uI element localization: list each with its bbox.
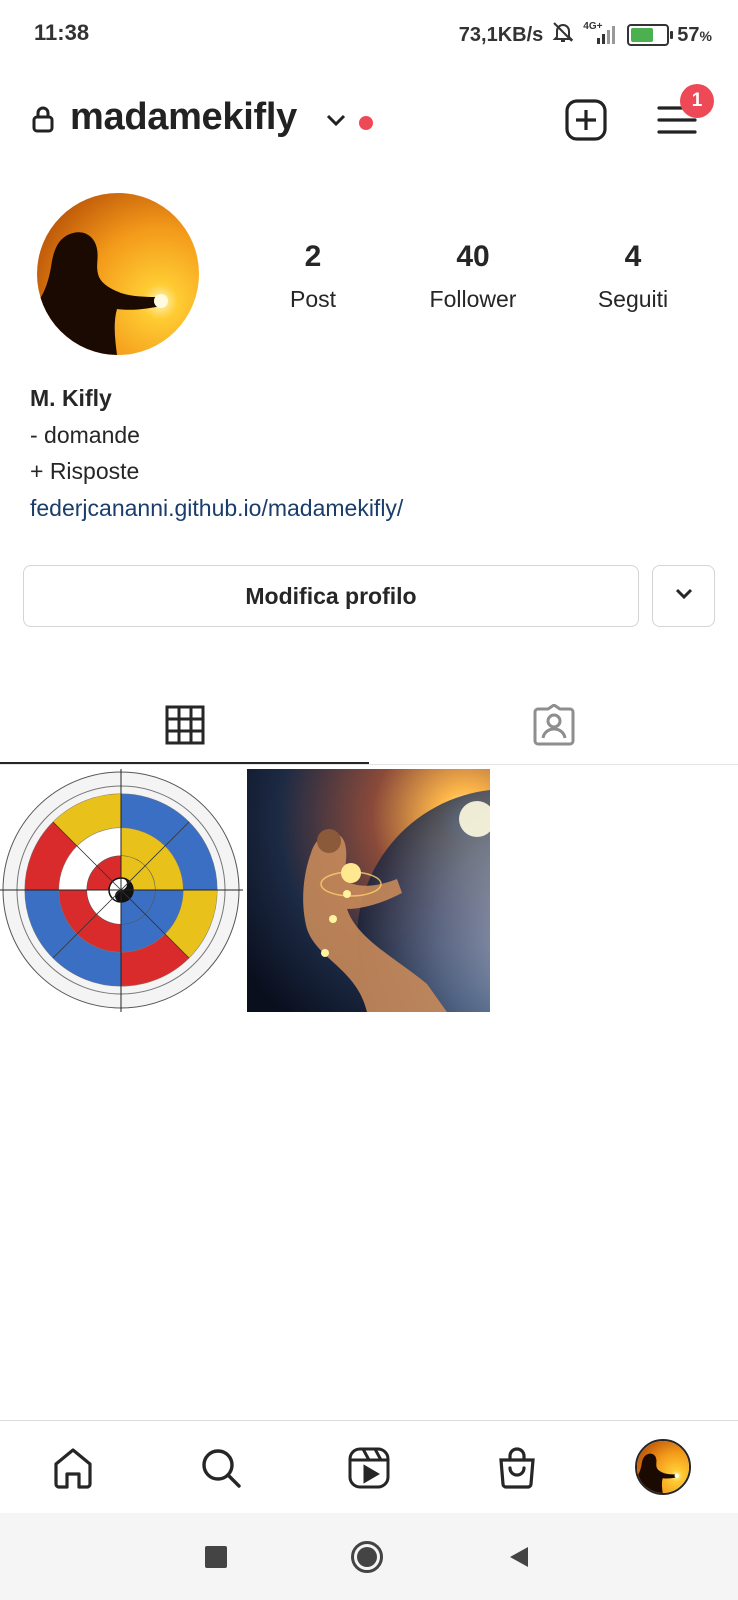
bottom-nav [0,1421,738,1513]
bell-muted-icon [551,20,575,50]
signal-icon: 4G+ [583,21,619,46]
tagged-user-icon [533,702,575,751]
suggestions-toggle-button[interactable] [652,565,715,627]
grid-tab[interactable] [0,690,369,764]
network-type: 4G+ [583,21,603,32]
unread-dot [359,116,373,130]
stat-followers[interactable]: 40 Follower [408,240,538,313]
profile-avatar[interactable] [37,193,199,355]
stat-following-value: 4 [624,240,642,273]
chevron-down-icon[interactable] [325,112,347,133]
bio-line: - domande [30,421,140,448]
stat-posts-label: Post [289,286,337,312]
back-triangle-icon[interactable] [508,1545,530,1574]
bio-line: + Risposte [30,458,140,484]
search-icon[interactable] [196,1443,246,1493]
home-circle-icon[interactable] [350,1540,384,1579]
grid-icon [165,705,205,750]
system-nav-bar [0,1513,738,1600]
tab-divider [0,764,738,765]
reels-icon[interactable] [344,1443,394,1493]
recents-square-icon[interactable] [205,1546,227,1568]
chevron-down-icon [674,587,694,606]
shop-icon[interactable] [492,1443,542,1493]
add-post-icon[interactable] [564,98,608,147]
profile-bio: M. Kifly - domande + Risposte federjcana… [30,380,403,526]
profile-link[interactable]: federjcananni.github.io/madamekifly/ [30,490,403,527]
notification-badge: 1 [680,84,714,118]
battery-charging-icon [627,24,674,46]
stat-following-label: Seguiti [597,286,669,312]
username-switcher[interactable]: madamekifly [70,96,297,139]
lock-icon [32,105,54,138]
profile-header: madamekifly 1 [0,84,738,154]
stat-posts-value: 2 [304,240,322,273]
home-icon[interactable] [48,1443,98,1493]
battery-level: 57% [677,23,712,46]
stat-followers-label: Follower [429,286,517,312]
network-speed: 73,1KB/s [458,23,544,46]
profile-avatar[interactable] [635,1439,691,1495]
status-right: 73,1KB/s 4G+ 57% [459,20,712,50]
edit-profile-button[interactable]: Modifica profilo [23,565,639,627]
status-time: 11:38 [34,20,90,45]
stat-following[interactable]: 4 Seguiti [568,240,698,313]
stat-followers-value: 40 [456,240,490,273]
status-bar: 11:38 73,1KB/s 4G+ 57% [0,0,738,66]
post-thumbnail[interactable] [0,769,243,1012]
profile-name: M. Kifly [30,385,112,411]
tagged-tab[interactable] [369,690,738,764]
post-thumbnail[interactable] [247,769,490,1012]
stat-posts[interactable]: 2 Post [248,240,378,313]
